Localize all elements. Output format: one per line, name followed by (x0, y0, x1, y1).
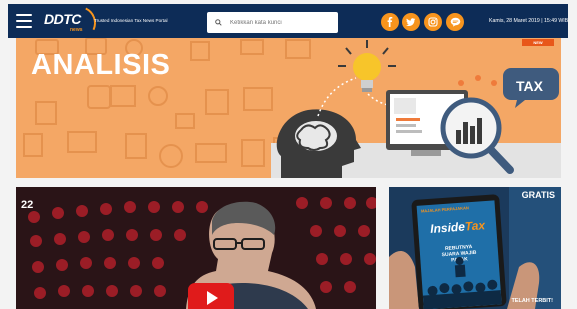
instagram-icon[interactable] (424, 13, 442, 31)
crowd-illustration (422, 256, 502, 309)
video-thumbnail[interactable]: 22 (16, 187, 376, 309)
top-navbar: DDTC news Trusted Indonesian Tax News Po… (8, 1, 569, 45)
tablet-device: MAJALAH PERPAJAKAN InsideTax REBUTNYA SU… (411, 194, 507, 309)
page: DDTC news Trusted Indonesian Tax News Po… (0, 0, 577, 309)
new-badge: NEW (522, 39, 554, 46)
current-datetime: Kamis, 28 Maret 2019 | 15:49 WIB (489, 18, 569, 24)
insidetax-ad[interactable]: MAJALAH PERPAJAKAN InsideTax REBUTNYA SU… (389, 187, 561, 309)
episode-number: 22 (21, 199, 34, 211)
play-button-icon[interactable] (188, 283, 234, 309)
site-logo[interactable]: DDTC news (44, 1, 101, 45)
analisis-banner[interactable]: TAX ANALISIS NEW (16, 38, 561, 178)
tax-bubble-label: TAX (516, 78, 544, 94)
twitter-icon[interactable] (402, 13, 420, 31)
search-box[interactable] (207, 12, 338, 33)
banner-title: ANALISIS (31, 49, 171, 81)
telah-terbit-label: TELAH TERBIT! (511, 298, 553, 304)
facebook-icon[interactable] (381, 13, 399, 31)
hamburger-menu-icon[interactable] (16, 14, 32, 28)
gratis-label: GRATIS (521, 190, 555, 200)
site-tagline: Trusted Indonesian Tax News Portal (94, 18, 168, 23)
search-input[interactable] (230, 19, 325, 26)
line-icon[interactable] (446, 13, 464, 31)
search-icon (215, 19, 222, 26)
